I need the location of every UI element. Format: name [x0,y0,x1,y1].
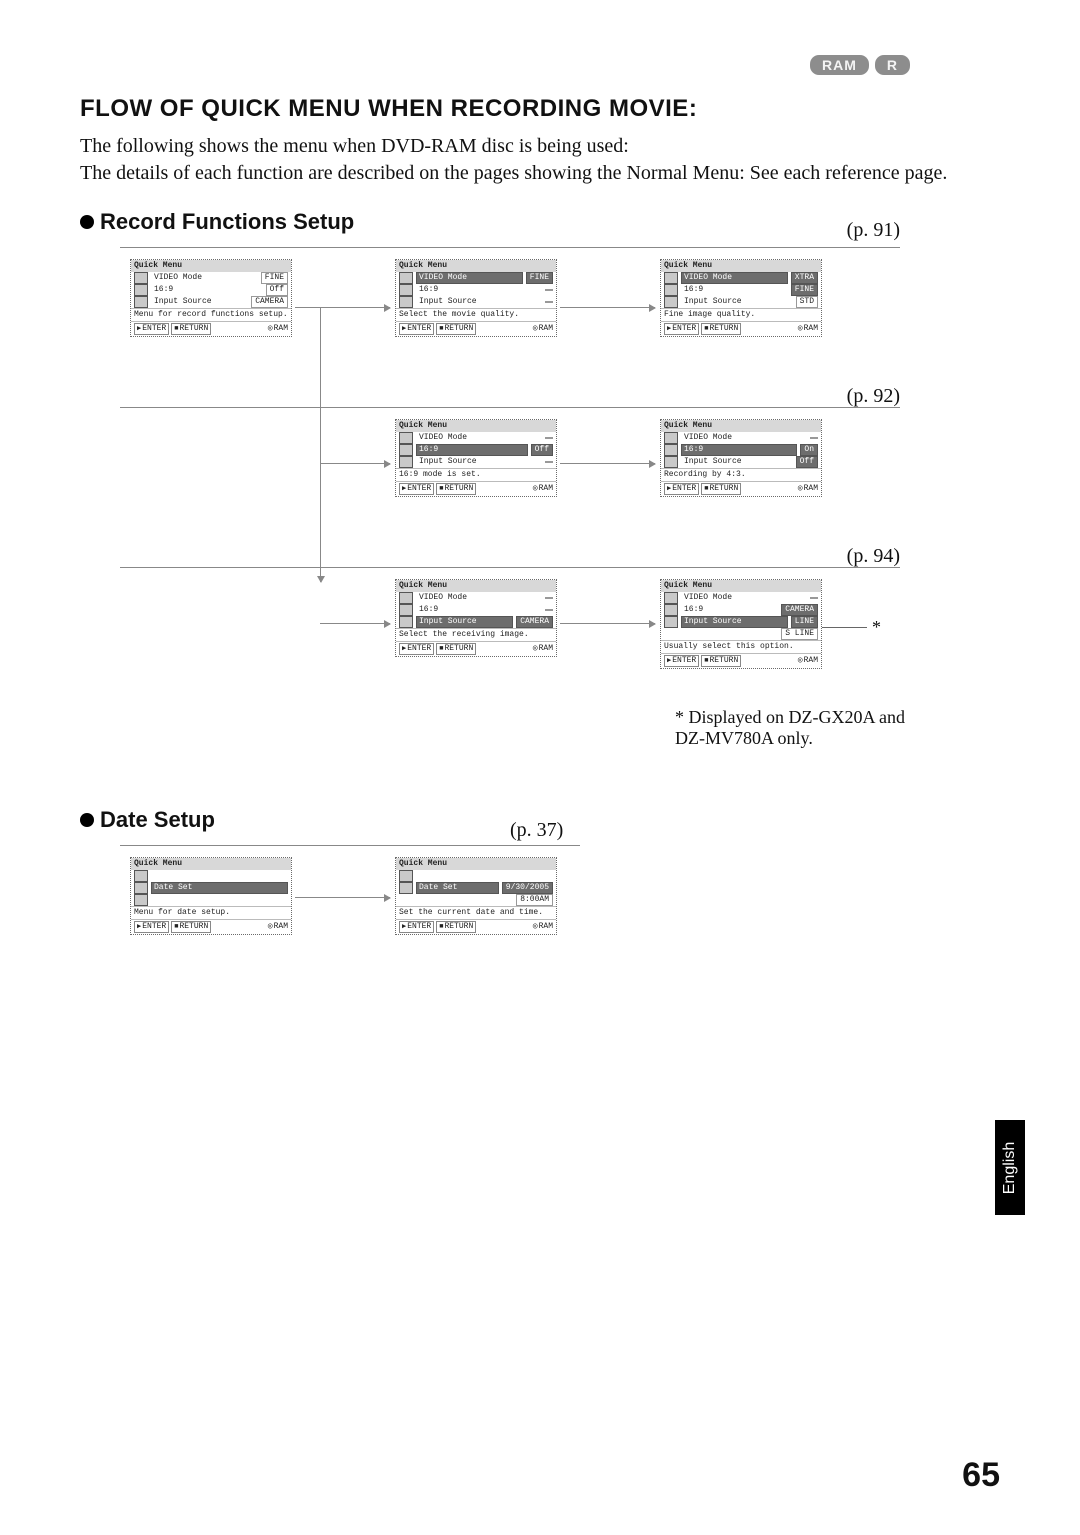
gear-icon [134,894,148,906]
badge-r: R [875,55,910,75]
input-icon [664,296,678,308]
camera-icon [134,870,148,882]
quick-menu-date: Quick Menu Date Set Menu for date setup.… [130,857,292,935]
page-ref: (p. 91) [847,219,900,242]
camera-icon [664,272,678,284]
quick-menu-169-options: Quick Menu VIDEO Mode 16:9On Input Sourc… [660,419,822,497]
page-title: FLOW OF QUICK MENU WHEN RECORDING MOVIE: [80,95,1000,123]
disc-type-badges: RAM R [810,55,910,75]
quick-menu-date-set: Quick Menu Date Set9/30/2005 8:00AM Set … [395,857,557,935]
page-ref: (p. 94) [847,545,900,568]
page-number: 65 [962,1456,1000,1495]
date-flow: (p. 37) Quick Menu Date Set Menu for dat… [80,845,1000,995]
section-label: Record Functions Setup [100,209,354,235]
page-ref: (p. 37) [510,819,563,842]
section-label: Date Setup [100,807,215,833]
flow-diagram: (p. 91) (p. 92) (p. 94) Quick Menu VIDEO… [80,247,1000,767]
bullet-icon [80,215,94,229]
page-ref: (p. 92) [847,385,900,408]
quick-menu-video-mode-options: Quick Menu VIDEO Mode XTRA 16:9 FINE Inp… [660,259,822,337]
quick-menu-input-options: Quick Menu VIDEO Mode 16:9CAMERA Input S… [660,579,822,669]
badge-ram: RAM [810,55,869,75]
input-icon [134,296,148,308]
asterisk-icon: * [872,617,881,638]
asterisk-note: * Displayed on DZ-GX20A and DZ-MV780A on… [675,707,935,749]
aspect-icon [399,284,413,296]
camera-icon [134,272,148,284]
aspect-icon [664,284,678,296]
menu-title: Quick Menu [131,260,291,272]
quick-menu-169: Quick Menu VIDEO Mode 16:9Off Input Sour… [395,419,557,497]
input-icon [399,296,413,308]
intro-text: The following shows the menu when DVD-RA… [80,133,980,187]
camera-icon [399,272,413,284]
language-tab: English [995,1120,1025,1215]
quick-menu-root: Quick Menu VIDEO Mode FINE 16:9 Off Inpu… [130,259,292,337]
aspect-icon [134,284,148,296]
quick-menu-video-mode: Quick Menu VIDEO Mode FINE 16:9 Input So… [395,259,557,337]
quick-menu-input: Quick Menu VIDEO Mode 16:9 Input SourceC… [395,579,557,657]
clock-icon [134,882,148,894]
bullet-icon [80,813,94,827]
clock-icon [399,882,413,894]
